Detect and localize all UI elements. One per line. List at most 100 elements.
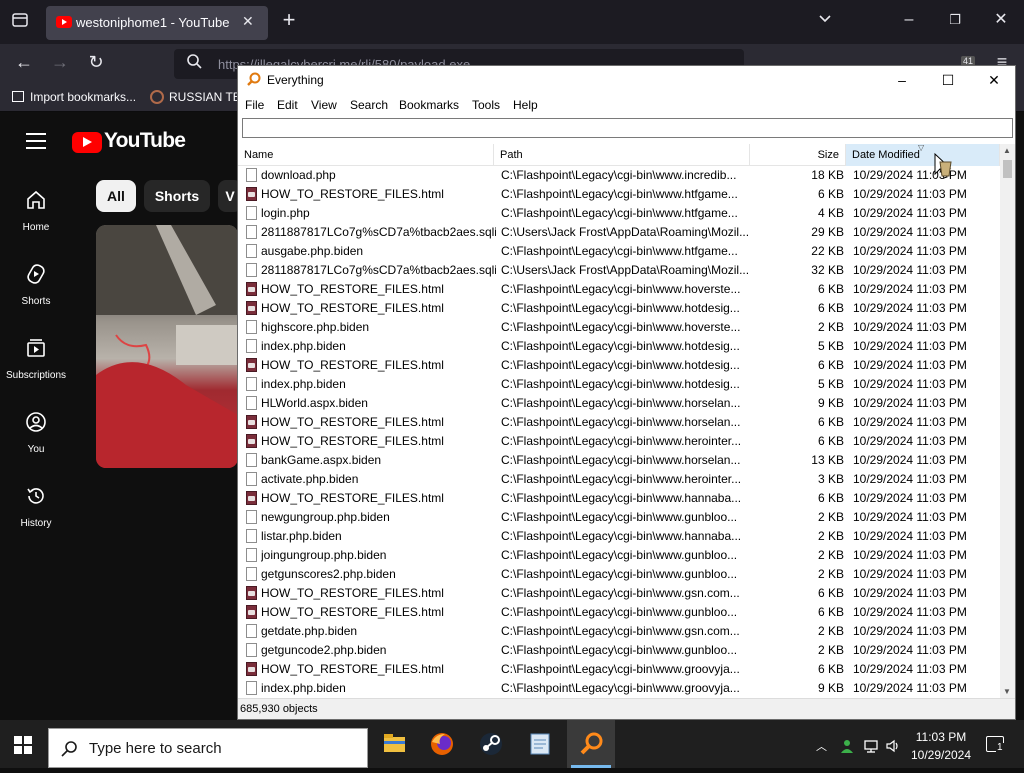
column-header-path[interactable]: Path (494, 144, 750, 166)
taskbar-search-box[interactable]: Type here to search (48, 728, 368, 768)
windows-start-icon[interactable] (14, 736, 32, 754)
scrollbar-thumb[interactable] (1003, 160, 1012, 178)
hamburger-menu-icon[interactable] (26, 133, 46, 154)
result-row[interactable]: newgungroup.php.biden C:\Flashpoint\Legac… (238, 508, 1000, 527)
result-row[interactable]: ausgabe.php.biden C:\Flashpoint\Legacy\cg… (238, 242, 1000, 261)
result-size: 6 KB (817, 415, 844, 429)
column-header-name[interactable]: Name (238, 144, 494, 166)
close-tab-icon[interactable]: ✕ (242, 13, 254, 30)
result-path: C:\Flashpoint\Legacy\cgi-bin\www.hannaba… (501, 529, 742, 543)
result-row[interactable]: 2811887817LCo7g%sCD7a%tbacb2aes.sqli... C… (238, 223, 1000, 242)
close-browser-icon[interactable]: ✕ (989, 10, 1013, 34)
everything-taskbar-icon[interactable] (567, 720, 615, 768)
column-header-size[interactable]: Size (750, 144, 846, 166)
result-row[interactable]: HOW_TO_RESTORE_FILES.html C:\Flashpoint\L… (238, 584, 1000, 603)
result-row[interactable]: HOW_TO_RESTORE_FILES.html C:\Flashpoint\L… (238, 356, 1000, 375)
result-row[interactable]: getdate.php.biden C:\Flashpoint\Legacy\cg… (238, 622, 1000, 641)
menu-bookmarks[interactable]: Bookmarks (399, 98, 459, 112)
result-row[interactable]: HOW_TO_RESTORE_FILES.html C:\Flashpoint\L… (238, 280, 1000, 299)
notepad-taskbar-icon[interactable] (516, 720, 564, 768)
everything-title-bar[interactable]: Everything – ☐ ✕ (238, 66, 1015, 94)
sidebar-item-shorts[interactable]: Shorts (0, 263, 72, 307)
reload-icon[interactable]: ↻ (84, 52, 108, 76)
result-row[interactable]: HOW_TO_RESTORE_FILES.html C:\Flashpoint\L… (238, 185, 1000, 204)
result-name: joingungroup.php.biden (261, 548, 387, 562)
clock-time[interactable]: 11:03 PM (906, 730, 976, 744)
result-row[interactable]: getgunscores2.php.biden C:\Flashpoint\Leg… (238, 565, 1000, 584)
menu-file[interactable]: File (245, 98, 264, 112)
maximize-icon[interactable]: ☐ (925, 68, 971, 92)
result-row[interactable]: HOW_TO_RESTORE_FILES.html C:\Flashpoint\L… (238, 432, 1000, 451)
firefox-taskbar-icon[interactable] (418, 720, 466, 768)
result-row[interactable]: HOW_TO_RESTORE_FILES.html C:\Flashpoint\L… (238, 489, 1000, 508)
result-row[interactable]: listar.php.biden C:\Flashpoint\Legacy\cgi… (238, 527, 1000, 546)
chip-shorts[interactable]: Shorts (144, 180, 210, 212)
list-all-tabs-icon[interactable] (813, 11, 837, 35)
notification-center-icon[interactable]: 1 (986, 736, 1004, 753)
sidebar-item-subscriptions[interactable]: Subscriptions (0, 337, 72, 381)
result-row[interactable]: download.php C:\Flashpoint\Legacy\cgi-bin… (238, 166, 1000, 185)
result-path: C:\Flashpoint\Legacy\cgi-bin\www.hotdesi… (501, 377, 740, 391)
browser-tab-youtube[interactable]: westoniphome1 - YouTube ✕ (46, 6, 268, 40)
result-size: 2 KB (817, 567, 844, 581)
sidebar-item-history[interactable]: History (0, 485, 72, 529)
vertical-scrollbar[interactable]: ▲ ▼ (1000, 144, 1015, 698)
scroll-down-icon[interactable]: ▼ (1003, 687, 1011, 696)
result-size: 6 KB (817, 358, 844, 372)
result-row[interactable]: HOW_TO_RESTORE_FILES.html C:\Flashpoint\L… (238, 660, 1000, 679)
result-row[interactable]: index.php.biden C:\Flashpoint\Legacy\cgi-… (238, 337, 1000, 356)
tab-list-icon[interactable] (8, 11, 32, 35)
result-row[interactable]: joingungroup.php.biden C:\Flashpoint\Lega… (238, 546, 1000, 565)
menu-help[interactable]: Help (513, 98, 538, 112)
steam-taskbar-icon[interactable] (467, 720, 515, 768)
menu-tools[interactable]: Tools (472, 98, 500, 112)
file-explorer-taskbar-icon[interactable] (370, 720, 418, 768)
result-row[interactable]: index.php.biden C:\Flashpoint\Legacy\cgi-… (238, 679, 1000, 698)
menu-search[interactable]: Search (350, 98, 388, 112)
result-row[interactable]: index.php.biden C:\Flashpoint\Legacy\cgi-… (238, 375, 1000, 394)
minimize-icon[interactable]: – (879, 68, 925, 92)
result-path: C:\Users\Jack Frost\AppData\Roaming\Mozi… (501, 263, 749, 277)
result-row[interactable]: HOW_TO_RESTORE_FILES.html C:\Flashpoint\L… (238, 413, 1000, 432)
new-tab-icon[interactable]: + (277, 9, 301, 34)
sidebar-item-you[interactable]: You (0, 411, 72, 455)
volume-icon[interactable] (885, 738, 901, 754)
youtube-logo-icon[interactable] (72, 132, 102, 153)
result-size: 6 KB (817, 187, 844, 201)
video-thumbnail[interactable] (96, 225, 238, 468)
result-row[interactable]: login.php C:\Flashpoint\Legacy\cgi-bin\ww… (238, 204, 1000, 223)
youtube-logo-text[interactable]: YouTube (104, 129, 186, 153)
sidebar-item-home[interactable]: Home (0, 189, 72, 233)
import-bookmarks-link[interactable]: Import bookmarks... (12, 90, 136, 104)
bookmark-russian[interactable]: RUSSIAN TES (150, 90, 249, 104)
result-row[interactable]: highscore.php.biden C:\Flashpoint\Legacy\… (238, 318, 1000, 337)
show-hidden-icons-icon[interactable]: ︿ (816, 738, 827, 754)
back-icon[interactable]: ← (12, 52, 36, 76)
result-row[interactable]: 2811887817LCo7g%sCD7a%tbacb2aes.sqli... C… (238, 261, 1000, 280)
clock-date[interactable]: 10/29/2024 (906, 748, 976, 762)
result-row[interactable]: activate.php.biden C:\Flashpoint\Legacy\c… (238, 470, 1000, 489)
result-row[interactable]: HOW_TO_RESTORE_FILES.html C:\Flashpoint\L… (238, 299, 1000, 318)
result-row[interactable]: HLWorld.aspx.biden C:\Flashpoint\Legacy\c… (238, 394, 1000, 413)
everything-search-input[interactable] (242, 118, 1013, 138)
result-row[interactable]: getguncode2.php.biden C:\Flashpoint\Legac… (238, 641, 1000, 660)
file-icon (246, 244, 257, 258)
close-icon[interactable]: ✕ (971, 68, 1017, 92)
import-bookmarks-label: Import bookmarks... (30, 90, 137, 104)
result-name: download.php (261, 168, 336, 182)
scroll-up-icon[interactable]: ▲ (1003, 146, 1011, 155)
chip-all[interactable]: All (96, 180, 136, 212)
result-row[interactable]: HOW_TO_RESTORE_FILES.html C:\Flashpoint\L… (238, 603, 1000, 622)
restore-browser-icon[interactable]: ❐ (943, 10, 967, 34)
sidebar-label-shorts: Shorts (21, 296, 51, 307)
menu-edit[interactable]: Edit (277, 98, 298, 112)
minimize-browser-icon[interactable]: – (897, 10, 921, 34)
sidebar-label-history: History (20, 518, 52, 529)
forward-icon[interactable]: → (48, 52, 72, 76)
ethernet-icon[interactable] (863, 738, 879, 754)
network-user-icon[interactable] (839, 738, 855, 754)
result-date: 10/29/2024 11:03 PM (853, 491, 967, 505)
menu-view[interactable]: View (311, 98, 337, 112)
result-name: HOW_TO_RESTORE_FILES.html (261, 415, 444, 429)
result-row[interactable]: bankGame.aspx.biden C:\Flashpoint\Legacy\… (238, 451, 1000, 470)
